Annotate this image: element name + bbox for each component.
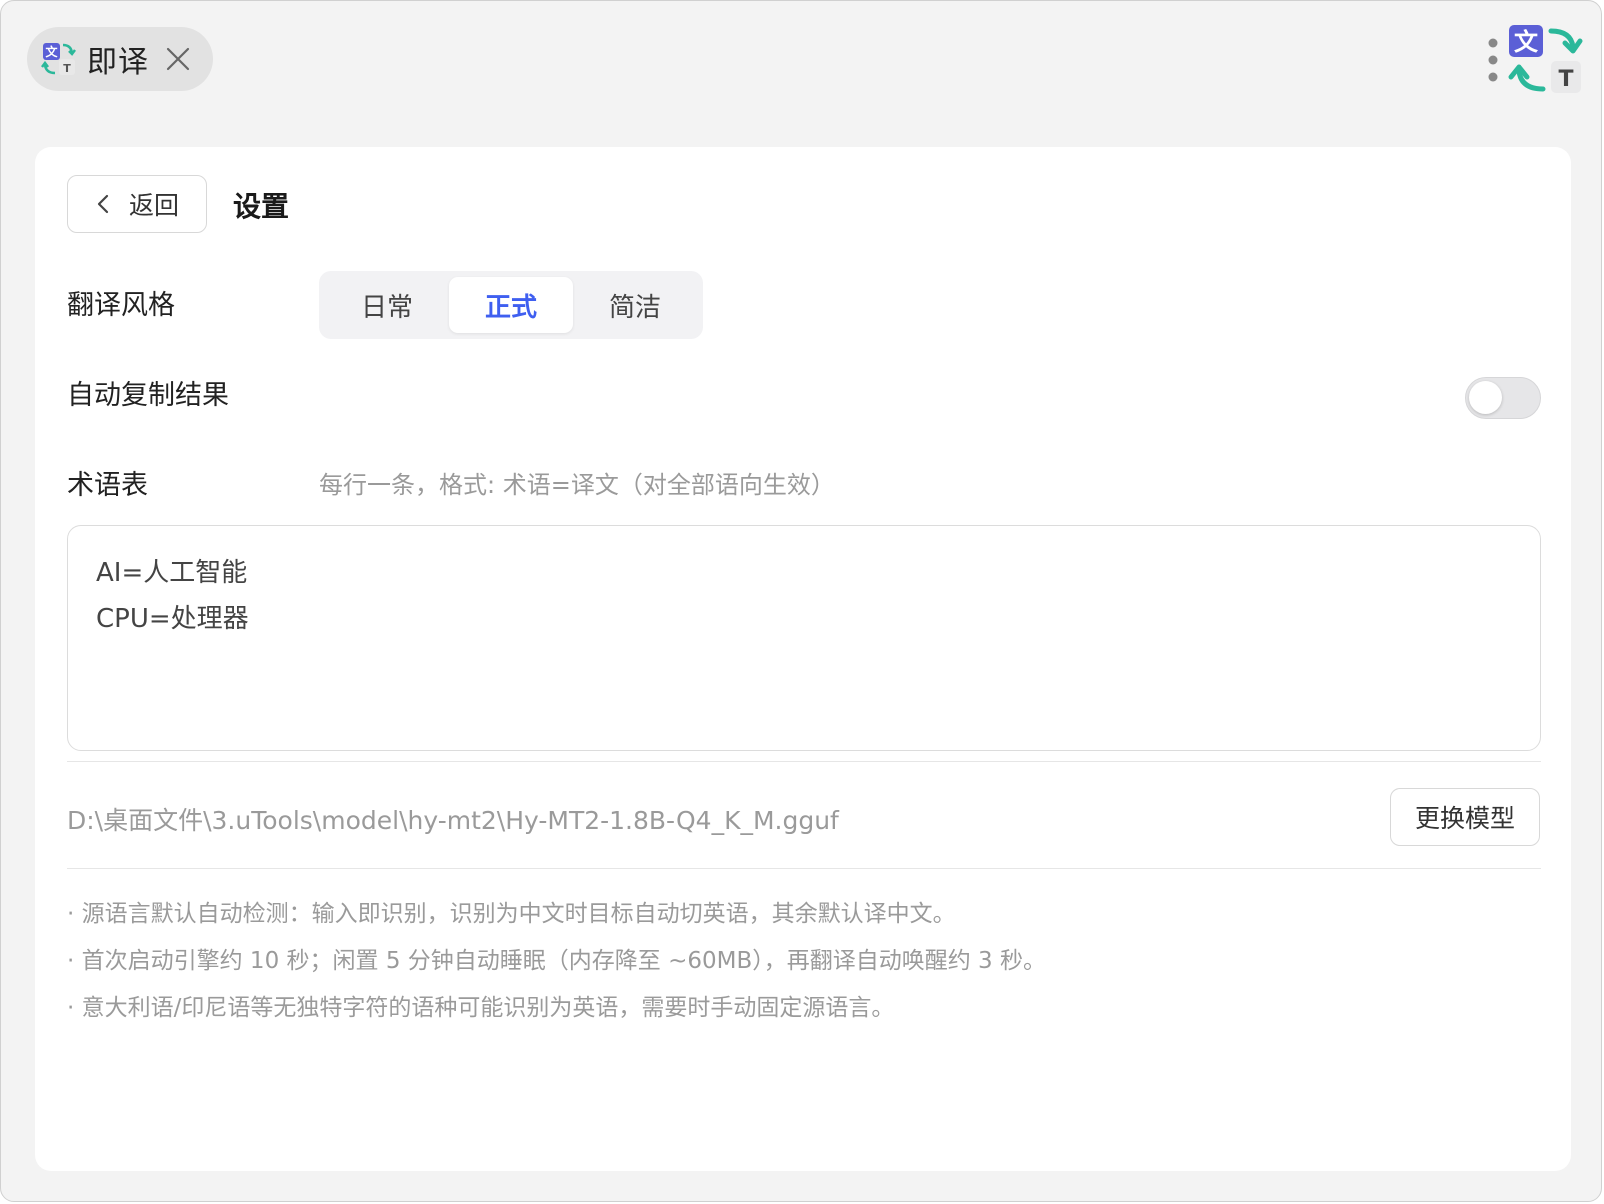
glossary-line: CPU=处理器	[96, 604, 249, 634]
back-button[interactable]: 返回	[67, 175, 207, 233]
style-option-concise[interactable]: 简洁	[573, 277, 697, 333]
svg-text:T: T	[1558, 67, 1573, 92]
note-item: · 意大利语/印尼语等无独特字符的语种可能识别为英语，需要时手动固定源语言。	[67, 995, 895, 1021]
svg-text:文: 文	[1514, 28, 1539, 56]
brand-logo-icon: 文 T	[1508, 25, 1583, 93]
more-vertical-icon[interactable]	[1487, 37, 1499, 83]
auto-copy-label: 自动复制结果	[67, 380, 229, 411]
glossary-line: AI=人工智能	[96, 558, 248, 588]
app-tab[interactable]: 文 T 即译	[27, 27, 213, 91]
notes-list: · 源语言默认自动检测：输入即识别，识别为中文时目标自动切英语，其余默认译中文。…	[67, 897, 1046, 1038]
close-icon[interactable]	[165, 46, 191, 72]
app-window: 文 T 即译 文 T 返回 设置 翻译风格 日常 正式 简洁 自动复制结果 术语…	[0, 0, 1602, 1202]
page-title: 设置	[233, 190, 290, 223]
glossary-hint: 每行一条，格式: 术语=译文（对全部语向生效）	[319, 471, 835, 499]
note-item: · 源语言默认自动检测：输入即识别，识别为中文时目标自动切英语，其余默认译中文。	[67, 901, 956, 927]
svg-text:T: T	[63, 62, 71, 75]
style-option-formal[interactable]: 正式	[449, 277, 573, 333]
note-item: · 首次启动引擎约 10 秒；闲置 5 分钟自动睡眠（内存降至 ~60MB），再…	[67, 948, 1046, 974]
style-option-casual[interactable]: 日常	[325, 277, 449, 333]
change-model-button[interactable]: 更换模型	[1390, 788, 1540, 846]
app-name: 即译	[87, 45, 149, 80]
settings-card: 返回 设置 翻译风格 日常 正式 简洁 自动复制结果 术语表 每行一条，格式: …	[35, 147, 1571, 1171]
style-label: 翻译风格	[67, 290, 175, 321]
glossary-label: 术语表	[67, 470, 148, 501]
svg-text:文: 文	[45, 44, 58, 59]
glossary-textarea[interactable]: AI=人工智能 CPU=处理器	[67, 525, 1541, 751]
divider	[67, 761, 1541, 762]
divider	[67, 868, 1541, 869]
style-segmented-control: 日常 正式 简洁	[319, 271, 703, 339]
back-button-label: 返回	[128, 191, 179, 220]
auto-copy-toggle[interactable]	[1465, 377, 1541, 419]
chevron-left-icon	[97, 194, 109, 214]
translate-logo-icon: 文 T	[41, 43, 76, 75]
model-path: D:\桌面文件\3.uTools\model\hy-mt2\Hy-MT2-1.8…	[67, 806, 839, 835]
toggle-knob	[1469, 381, 1502, 414]
